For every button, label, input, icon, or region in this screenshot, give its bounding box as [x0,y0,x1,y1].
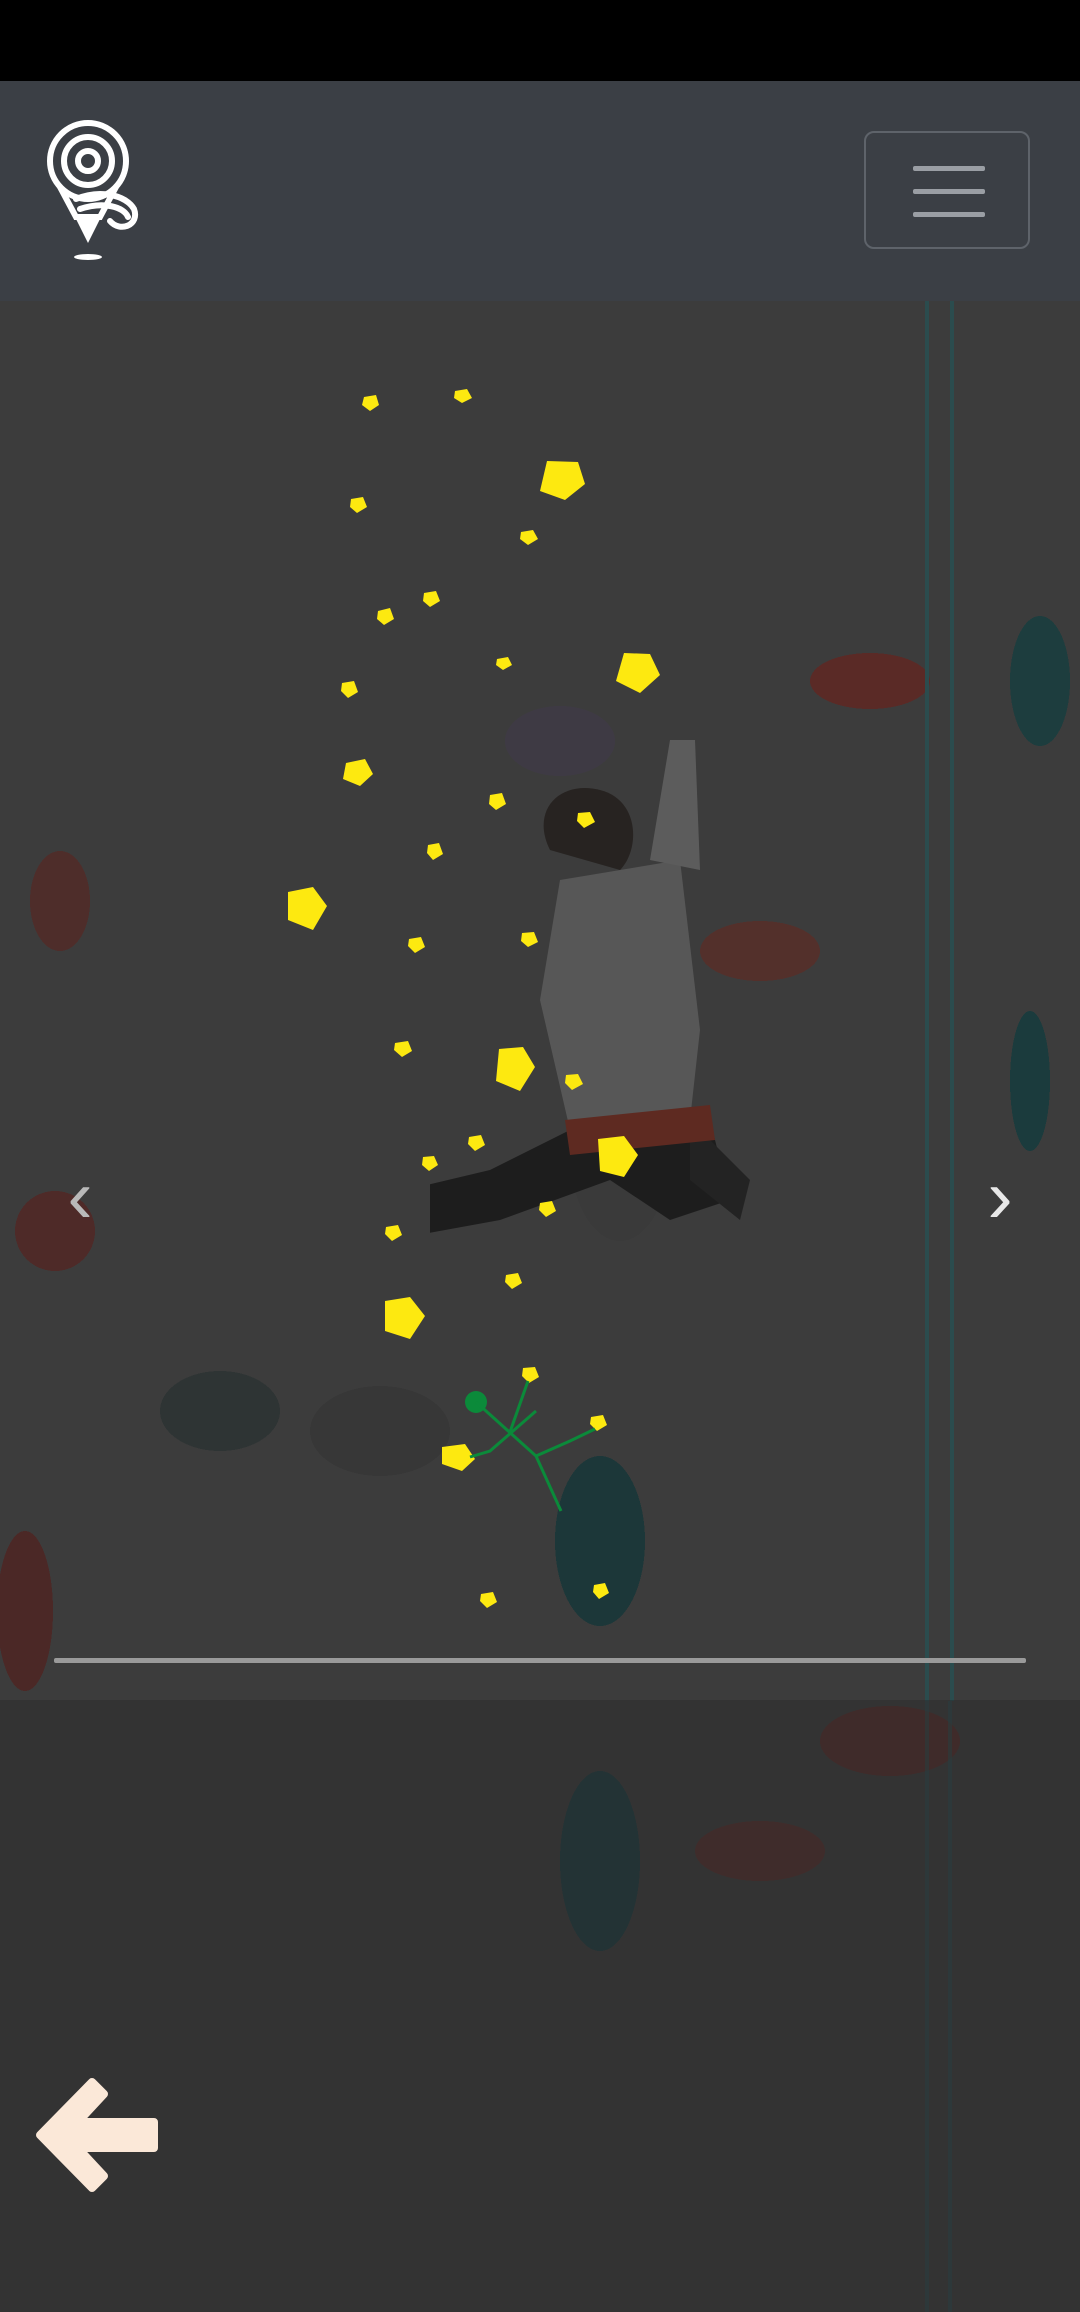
hamburger-menu-icon [913,212,985,217]
top-navbar [0,81,1080,301]
hold [496,1047,535,1091]
hold [442,1444,475,1471]
menu-toggle-button[interactable] [864,131,1030,249]
carousel-next-button[interactable]: › [960,1152,1040,1242]
arrow-left-icon [36,2078,158,2192]
hold [522,1367,539,1383]
start-line [535,1427,596,1458]
hold [394,1041,412,1057]
hold [489,793,506,810]
hold [540,461,585,500]
status-bar [0,0,1080,81]
hold [341,681,358,698]
route-holds [288,389,660,1608]
hold [385,1225,402,1241]
hold [385,1297,425,1339]
hamburger-menu-icon [913,166,985,171]
hold [408,937,425,953]
hold [362,395,379,411]
hamburger-menu-icon [913,189,985,194]
hold [427,843,443,860]
hold [422,1156,438,1171]
hold [468,1135,485,1151]
hold [598,1136,638,1177]
hold [520,530,538,545]
carousel-indicator[interactable] [54,1658,1026,1663]
hold [521,932,538,947]
hold [377,608,394,625]
start-line [469,1409,537,1459]
route-overlay [288,389,660,1608]
hold [423,591,440,607]
start-marker [465,1380,596,1512]
hold [454,389,472,403]
hold [539,1201,556,1217]
hold [350,497,367,513]
hold [288,887,327,930]
hold [577,812,595,828]
carousel-prev-button[interactable]: ‹ [40,1152,120,1242]
hold [505,1273,522,1289]
hold [593,1583,609,1599]
hold [343,759,373,786]
climbing-wall-photo-lower [0,1700,1080,2312]
chevron-right-icon: › [987,1154,1013,1239]
chevron-left-icon: ‹ [67,1154,93,1239]
hold [616,653,660,693]
hold [480,1592,497,1608]
back-button[interactable] [34,2070,164,2200]
lightbulb-rope-logo-icon[interactable] [40,117,150,267]
start-line [474,1400,563,1512]
hold [496,657,512,670]
hold [565,1074,583,1090]
